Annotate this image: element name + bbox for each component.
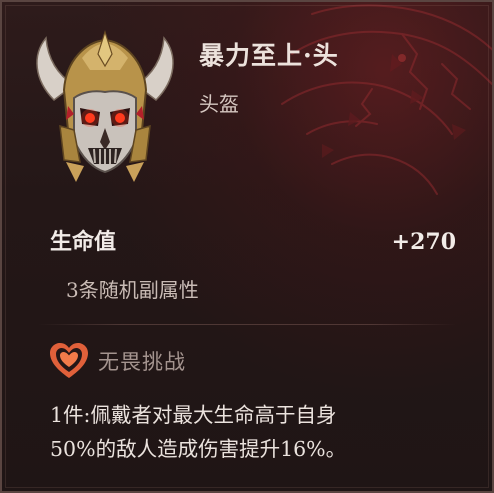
set-bonus-description: 1件:佩戴者对最大生命高于自身 50%的敌人造成伤害提升16%。 [50,398,470,466]
set-bonus-desc-line-1: 1件:佩戴者对最大生命高于自身 [50,403,337,427]
random-affix-count: 3条随机副属性 [66,278,199,302]
item-tooltip-card: 暴力至上·头 头盔 生命值 +270 3条随机副属性 无畏挑战 1件:佩戴者对最… [0,0,494,493]
set-bonus-name: 无畏挑战 [98,350,186,374]
main-stat-row: 生命值 +270 [50,224,456,256]
dragon-head-art [281,4,492,195]
demon-helmet-icon [36,30,174,182]
item-slot-type: 头盔 [199,92,239,116]
main-stat-label: 生命值 [50,229,117,255]
set-bonus-header: 无畏挑战 [48,342,186,380]
item-name: 暴力至上·头 [199,41,339,70]
main-stat-value: +270 [391,229,456,255]
section-divider [38,324,456,325]
heart-shield-icon [50,343,88,378]
set-bonus-desc-line-2: 50%的敌人造成伤害提升16%。 [50,437,347,461]
